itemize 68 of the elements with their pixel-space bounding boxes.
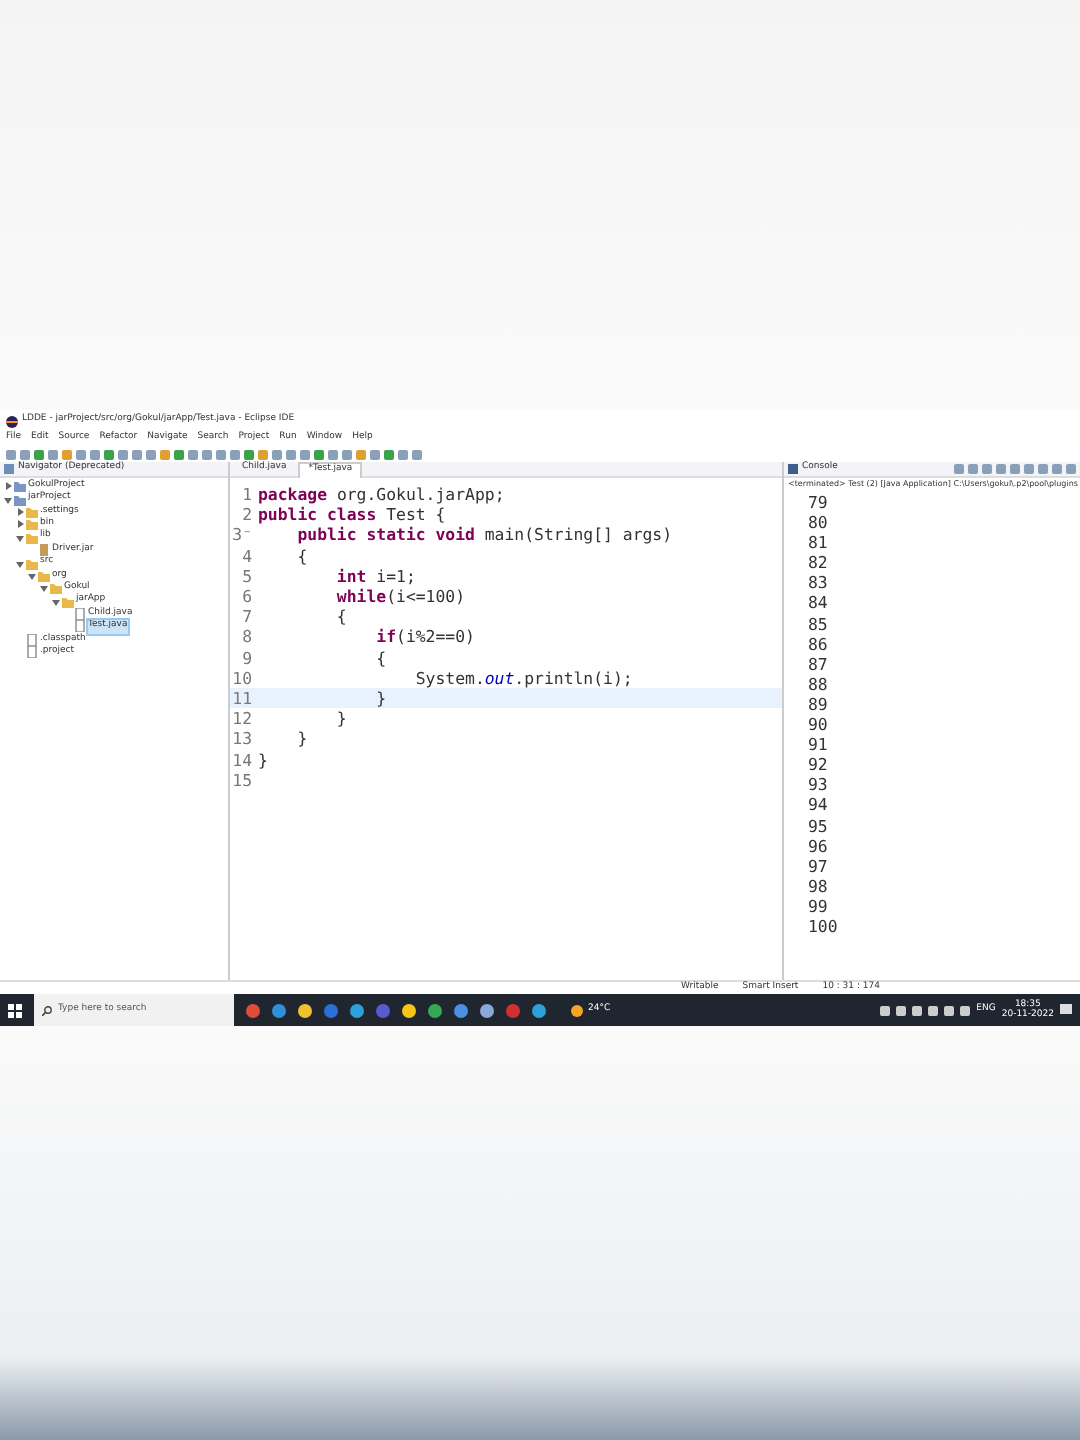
collapse-arrow-icon[interactable] (16, 559, 24, 568)
line-number: 4 (240, 545, 254, 566)
code-line: public class Test { (258, 504, 446, 525)
line-number: 2 (240, 504, 254, 525)
line-number: 11 (230, 688, 254, 709)
code-line: { (334, 606, 347, 627)
line-number: 15 (230, 769, 254, 791)
console-output-line: 99 (808, 895, 830, 916)
line-number: 1 (240, 484, 254, 505)
code-line: } (374, 688, 387, 709)
console-output-line: 81 (808, 532, 830, 553)
line-number: 9 (240, 647, 254, 668)
expand-arrow-icon[interactable] (16, 507, 24, 516)
console-icon (788, 464, 798, 474)
line-number: 14 (230, 749, 254, 770)
code-line: { (374, 647, 387, 668)
console-output-line: 83 (808, 572, 830, 593)
console-output-line: 94 (808, 794, 830, 815)
code-line: } (258, 749, 268, 770)
line-number: 12 (230, 708, 254, 729)
code-line: package org.Gokul.jarApp; (258, 484, 505, 505)
console-output-line: 79 (808, 492, 830, 513)
expand-arrow-icon[interactable] (4, 482, 12, 491)
expand-arrow-icon[interactable] (16, 520, 24, 529)
console-output-line: 97 (808, 855, 830, 876)
console-output-line: 100 (808, 915, 840, 937)
line-number: 8 (240, 626, 254, 648)
console-output-line: 93 (808, 774, 830, 795)
search-icon (42, 1005, 52, 1015)
line-number: 7 (240, 606, 254, 627)
console-output-line: 80 (808, 512, 830, 533)
console-output-line: 84 (808, 592, 830, 614)
windows-logo-icon[interactable] (8, 1003, 22, 1017)
code-line: while(i<=100) (334, 586, 466, 607)
console-output-line: 82 (808, 552, 830, 573)
line-number: 10 (230, 667, 254, 689)
code-line: int i=1; (334, 565, 416, 587)
console-output-line: 85 (808, 613, 830, 634)
weather-icon (570, 1003, 584, 1017)
console-output-line: 95 (808, 815, 830, 836)
notification-icon[interactable] (1060, 1004, 1072, 1016)
console-output-line: 88 (808, 673, 830, 694)
console-output-line: 89 (808, 693, 830, 715)
console-output-line: 87 (808, 653, 830, 674)
code-line: } (334, 708, 347, 729)
jar-icon (38, 544, 50, 557)
console-output-line: 98 (808, 875, 830, 896)
eclipse-logo-icon (6, 415, 18, 427)
line-number: 6 (240, 586, 254, 607)
line-number: 5 (240, 565, 254, 587)
collapse-arrow-icon[interactable] (4, 495, 12, 504)
code-line: } (295, 728, 308, 750)
collapse-arrow-icon[interactable] (40, 584, 48, 593)
code-line: if(i%2==0) (374, 626, 475, 648)
collapse-arrow-icon[interactable] (16, 533, 24, 542)
line-number: 13 (230, 728, 254, 750)
console-output-line: 86 (808, 633, 830, 654)
line-number: 3⁻ (230, 524, 254, 546)
code-line: { (295, 545, 308, 566)
navigator-icon (4, 464, 14, 474)
console-output-line: 96 (808, 835, 830, 856)
collapse-arrow-icon[interactable] (52, 597, 60, 606)
console-output-line: 90 (808, 714, 830, 735)
console-output-line: 92 (808, 754, 830, 775)
console-output-line: 91 (808, 734, 830, 755)
code-line: public static void main(String[] args) (295, 524, 673, 546)
code-line: System.out.println(i); (413, 667, 633, 689)
collapse-arrow-icon[interactable] (28, 571, 36, 580)
